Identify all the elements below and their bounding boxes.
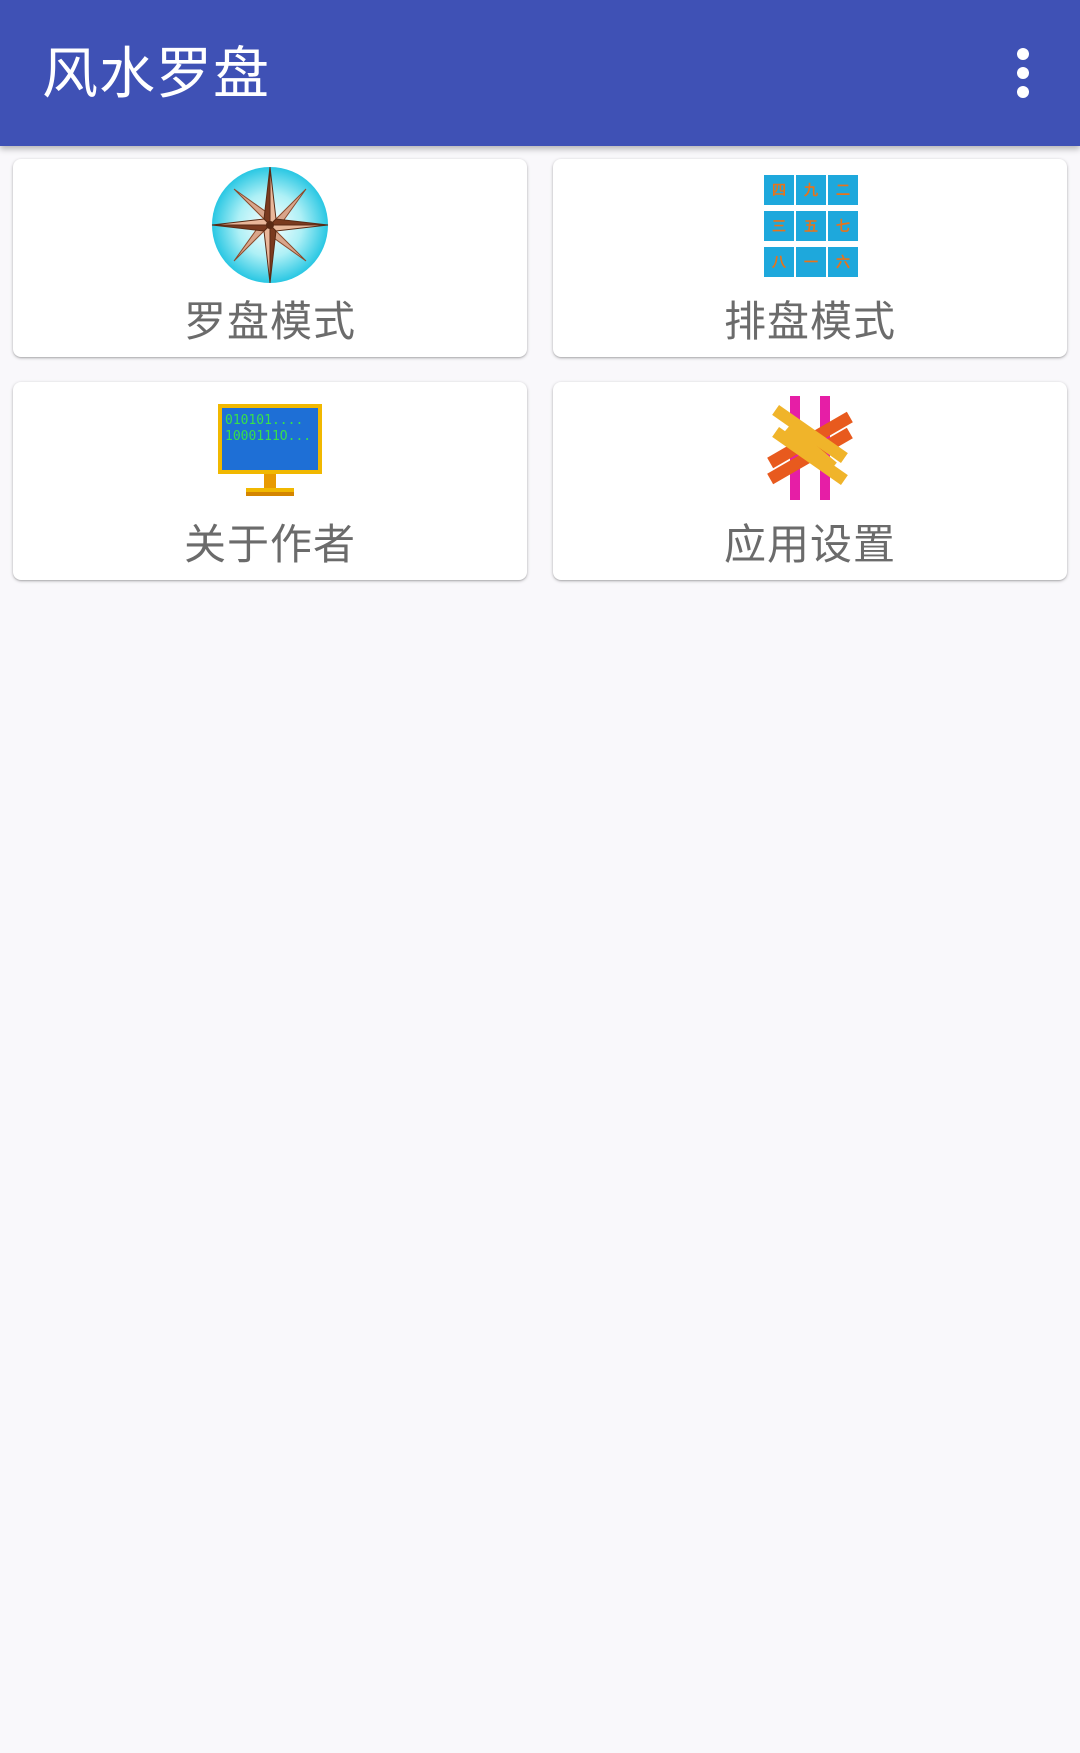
svg-text:四: 四 [772, 183, 786, 199]
svg-text:五: 五 [804, 219, 818, 235]
svg-text:三: 三 [772, 219, 786, 235]
compass-mode-label: 罗盘模式 [183, 297, 356, 346]
computer-monitor-icon: 010101.... 1000111O... [218, 404, 322, 496]
svg-text:六: 六 [836, 254, 850, 271]
about-author-card[interactable]: 010101.... 1000111O... 关于作者 [13, 382, 527, 580]
layout-mode-label: 排盘模式 [723, 297, 896, 346]
nine-grid-chart-icon: 四 九 二 三 五 七 八 一 六 [764, 175, 858, 277]
layout-mode-card[interactable]: 四 九 二 三 五 七 八 一 六 排盘模式 [553, 159, 1067, 357]
svg-text:八: 八 [771, 255, 787, 271]
svg-text:二: 二 [836, 183, 850, 199]
app-title: 风水罗盘 [42, 42, 270, 107]
svg-text:九: 九 [803, 183, 818, 199]
svg-text:七: 七 [836, 219, 850, 235]
about-author-label: 关于作者 [183, 520, 356, 569]
app-bar: 风水罗盘 [0, 0, 1080, 146]
app-settings-card[interactable]: 应用设置 [553, 382, 1067, 580]
compass-mode-card[interactable]: 罗盘模式 [13, 159, 527, 357]
svg-text:010101....: 010101.... [225, 413, 303, 428]
compass-rose-icon [211, 166, 329, 284]
svg-text:一: 一 [804, 255, 818, 271]
app-settings-label: 应用设置 [723, 520, 896, 569]
more-vert-icon[interactable] [1000, 42, 1046, 104]
crossed-tools-settings-icon [767, 396, 853, 500]
svg-text:1000111O...: 1000111O... [225, 429, 311, 444]
